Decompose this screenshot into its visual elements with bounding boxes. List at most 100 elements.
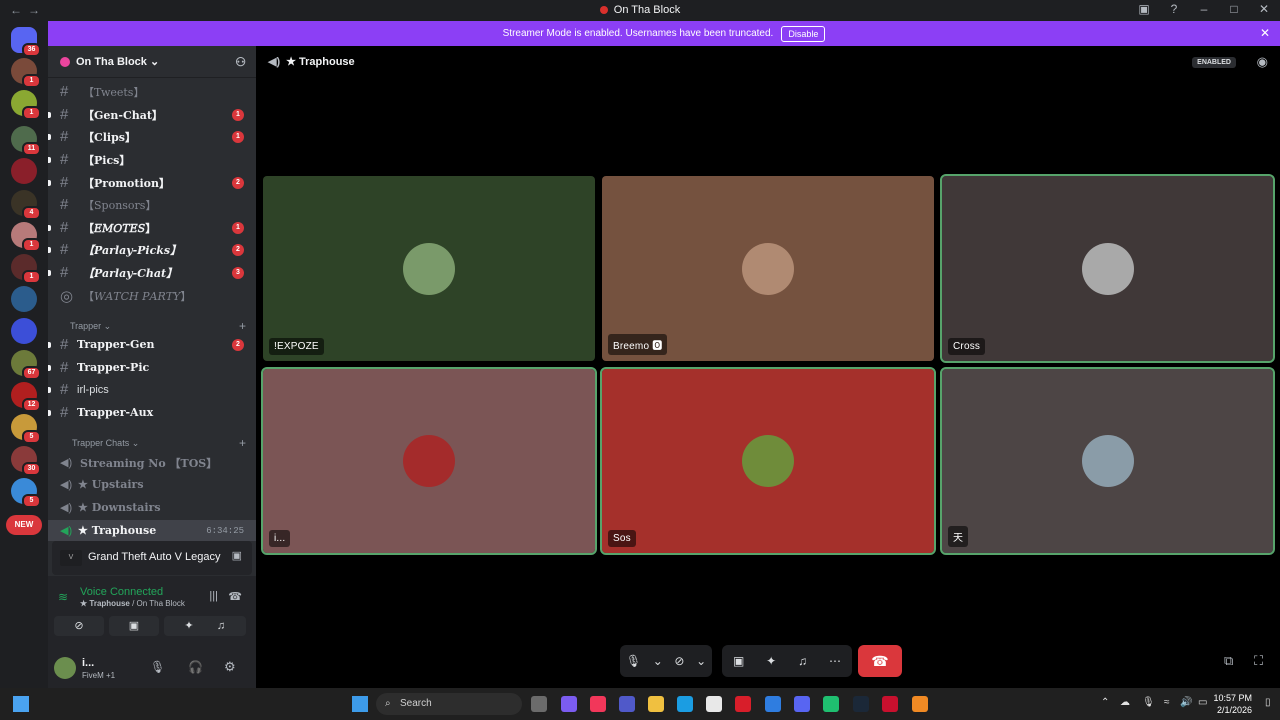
chat-bubble-icon[interactable]: ◉ bbox=[1257, 54, 1268, 70]
task-view-icon[interactable] bbox=[531, 696, 547, 712]
server-icon[interactable]: 11 bbox=[11, 126, 41, 156]
wifi-icon[interactable]: ≈ bbox=[1164, 697, 1170, 708]
clock[interactable]: 10:57 PM 2/1/2026 bbox=[1213, 692, 1252, 716]
server-icon[interactable]: 1 bbox=[11, 90, 41, 120]
channel-item[interactable]: # 【Sponsors】 bbox=[48, 194, 256, 215]
voice-channel-item[interactable]: ◀) ★ Downstairs bbox=[48, 497, 256, 518]
close-button[interactable]: ✕ bbox=[1256, 2, 1272, 16]
edge-icon[interactable] bbox=[677, 696, 693, 712]
channel-item[interactable]: # 【Pics】 bbox=[48, 149, 256, 170]
discord-icon[interactable] bbox=[794, 696, 810, 712]
soundboard-button[interactable]: ♫ bbox=[196, 616, 246, 636]
onedrive-icon[interactable]: ☁ bbox=[1120, 697, 1130, 708]
soundboard-icon[interactable]: ♫ bbox=[798, 654, 807, 668]
add-channel-icon[interactable]: + bbox=[239, 436, 246, 450]
server-icon[interactable]: 5 bbox=[11, 478, 41, 508]
server-icon[interactable]: 5 bbox=[11, 414, 41, 444]
microphone-icon[interactable]: 🎙 bbox=[150, 660, 165, 674]
server-icon[interactable] bbox=[11, 318, 37, 344]
more-icon[interactable]: ⋯ bbox=[829, 654, 841, 668]
server-icon[interactable]: 12 bbox=[11, 382, 41, 412]
disconnect-icon[interactable]: ☎ bbox=[228, 590, 242, 603]
volume-icon[interactable]: 🔊 bbox=[1180, 697, 1192, 708]
server-icon[interactable] bbox=[11, 158, 37, 184]
participant-tile[interactable]: Breemo 🅾 bbox=[602, 176, 934, 361]
server-icon[interactable]: 4 bbox=[11, 190, 41, 220]
server-icon[interactable] bbox=[11, 286, 37, 312]
participant-tile[interactable]: !EXPOZE bbox=[263, 176, 595, 361]
add-channel-icon[interactable]: + bbox=[239, 319, 246, 333]
category-header[interactable]: Trapper ⌄ + bbox=[60, 319, 250, 333]
server-icon[interactable]: 1 bbox=[11, 222, 41, 252]
participant-tile[interactable]: i... bbox=[261, 367, 597, 555]
fullscreen-icon[interactable]: ⛶ bbox=[1254, 653, 1263, 669]
channel-item[interactable]: # 【Promotion】 2 bbox=[48, 172, 256, 193]
channel-item[interactable]: # 【𝐸𝑀𝑂𝑇𝐸𝑆】 1 bbox=[48, 217, 256, 238]
popout-icon[interactable]: ⧉ bbox=[1224, 653, 1233, 669]
noise-suppression-icon[interactable]: ||| bbox=[209, 590, 218, 602]
guild-header[interactable]: On Tha Block ⌄ ⚇ bbox=[48, 46, 256, 78]
disable-button[interactable]: Disable bbox=[781, 25, 826, 42]
search-box[interactable]: ⌕ Search bbox=[376, 693, 522, 715]
participant-tile[interactable]: 天 bbox=[940, 367, 1275, 555]
voice-channel-item[interactable]: ◀) ★ Upstairs bbox=[48, 474, 256, 495]
server-icon[interactable]: 1 bbox=[11, 58, 41, 88]
server-icon[interactable]: 1 bbox=[11, 254, 41, 284]
inbox-icon[interactable]: ▣ bbox=[1136, 2, 1152, 16]
teams-icon[interactable] bbox=[619, 696, 635, 712]
disconnect-button[interactable]: ☎ bbox=[858, 645, 902, 677]
store-icon[interactable] bbox=[706, 696, 722, 712]
new-servers-badge[interactable]: NEW bbox=[6, 515, 42, 535]
screen-share-icon[interactable]: ▣ bbox=[232, 549, 242, 562]
app-icon[interactable] bbox=[882, 696, 898, 712]
activity-panel[interactable]: V Grand Theft Auto V Legacy ▣ bbox=[52, 541, 252, 575]
start-icon[interactable] bbox=[352, 696, 368, 712]
copilot-icon[interactable] bbox=[561, 696, 577, 712]
channel-item[interactable]: # 【Clips】 1 bbox=[48, 126, 256, 147]
settings-gear-icon[interactable]: ⚙ bbox=[224, 659, 236, 675]
activities-icon[interactable]: ✦ bbox=[766, 654, 776, 668]
channel-item[interactable]: ◎ 【𝑊𝐴𝑇𝐶𝐻 𝑃𝐴𝑅𝑇𝑌】 bbox=[48, 285, 256, 306]
participant-tile[interactable]: Sos bbox=[600, 367, 936, 555]
microphone-icon[interactable]: 🎙 bbox=[1142, 697, 1155, 708]
headphones-icon[interactable]: 🎧 bbox=[188, 660, 203, 674]
close-icon[interactable]: ✕ bbox=[1260, 26, 1270, 40]
server-icon[interactable]: 30 bbox=[11, 446, 41, 476]
participant-tile[interactable]: Cross bbox=[940, 174, 1275, 363]
voice-status[interactable]: Voice Connected bbox=[80, 586, 163, 598]
widgets-icon[interactable] bbox=[13, 696, 29, 712]
voice-channel-item-active[interactable]: ◀) ★ Traphouse 6:34:25 bbox=[48, 520, 256, 541]
app-icon[interactable] bbox=[823, 696, 839, 712]
voice-channel-item[interactable]: ◀) Streaming No 【TOS】 bbox=[48, 452, 256, 473]
channel-item[interactable]: # irl-pics bbox=[48, 379, 256, 400]
microphone-icon[interactable]: 🎙 bbox=[626, 654, 641, 668]
minimize-button[interactable]: – bbox=[1196, 2, 1212, 16]
category-header[interactable]: Trapper Chats ⌄ + bbox=[60, 436, 250, 450]
chevron-down-icon[interactable]: ⌄ bbox=[653, 654, 663, 668]
steam-icon[interactable] bbox=[853, 696, 869, 712]
invite-icon[interactable]: ⚇ bbox=[235, 55, 246, 69]
channel-item[interactable]: # 【Parlay-Chat】 3 bbox=[48, 262, 256, 283]
help-icon[interactable]: ? bbox=[1166, 2, 1182, 16]
screen-share-icon[interactable]: ▣ bbox=[733, 654, 744, 668]
chevron-down-icon[interactable]: ⌄ bbox=[696, 654, 706, 668]
screen-share-button[interactable]: ▣ bbox=[109, 616, 159, 636]
camera-off-icon[interactable]: ⊘ bbox=[674, 654, 684, 668]
server-icon[interactable]: 67 bbox=[11, 350, 41, 380]
avatar[interactable] bbox=[54, 657, 76, 679]
music-app-icon[interactable] bbox=[590, 696, 606, 712]
battery-icon[interactable]: ▭ bbox=[1198, 697, 1207, 708]
app-icon[interactable] bbox=[735, 696, 751, 712]
channel-item[interactable]: # 【Tweets】 bbox=[48, 81, 256, 102]
channel-item[interactable]: # 【Parlay-Picks】 2 bbox=[48, 239, 256, 260]
channel-item[interactable]: # 【Gen-Chat】 1 bbox=[48, 104, 256, 125]
chevron-up-icon[interactable]: ⌃ bbox=[1101, 697, 1109, 708]
camera-toggle-button[interactable]: ⊘ bbox=[54, 616, 104, 636]
direct-messages-icon[interactable]: 36 bbox=[11, 27, 41, 57]
channel-item[interactable]: # Trapper-Pic bbox=[48, 357, 256, 378]
file-explorer-icon[interactable] bbox=[648, 696, 664, 712]
app-icon[interactable] bbox=[912, 696, 928, 712]
notification-icon[interactable]: ▯ bbox=[1265, 697, 1271, 708]
app-icon[interactable] bbox=[765, 696, 781, 712]
channel-item[interactable]: # Trapper-Aux bbox=[48, 402, 256, 423]
